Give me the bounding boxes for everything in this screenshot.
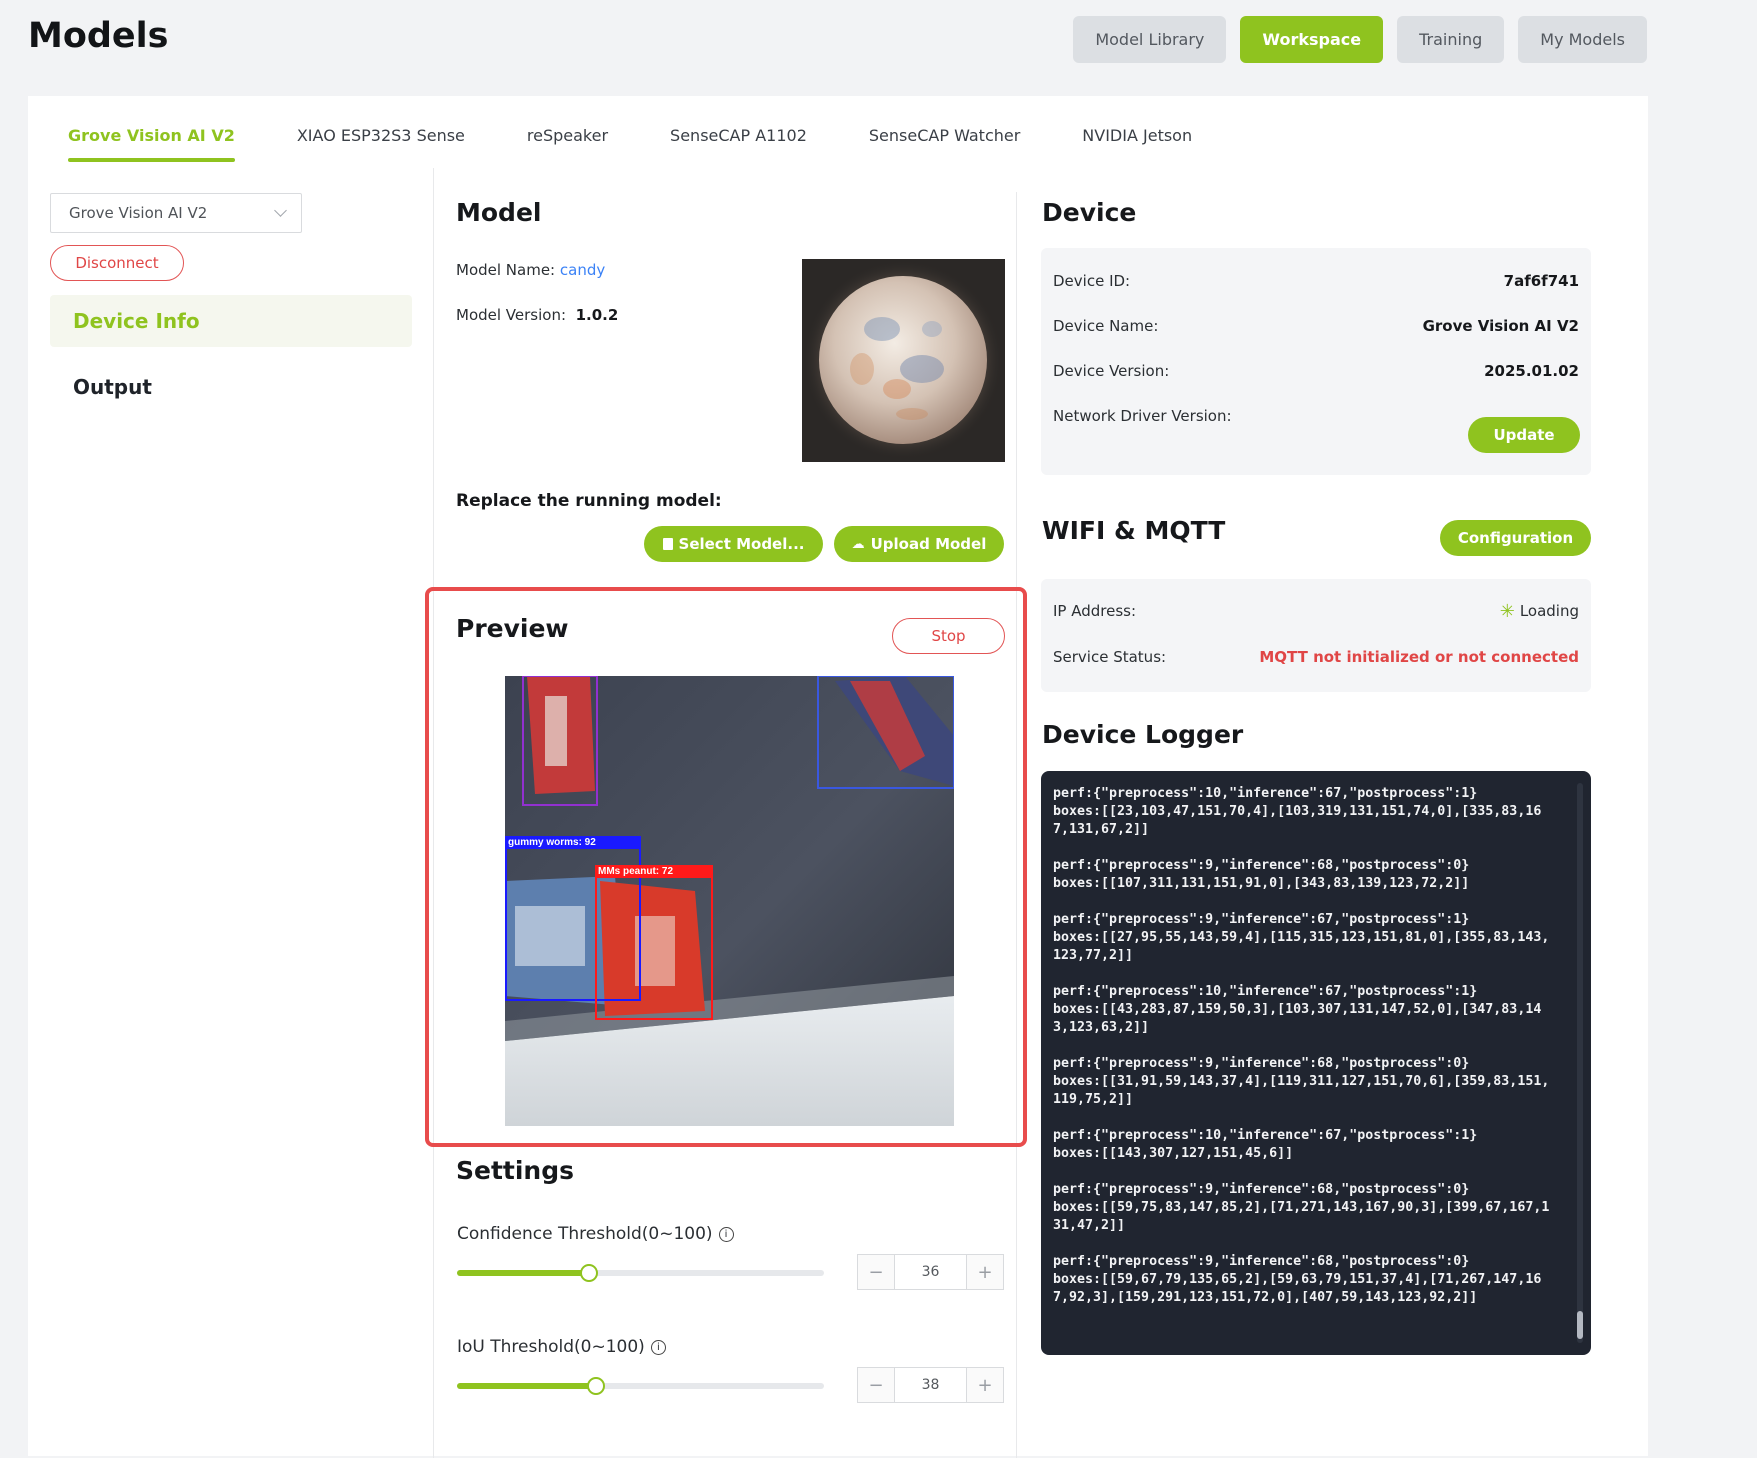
log-entry: perf:{"preprocess":10,"inference":67,"po… xyxy=(1053,984,1542,1035)
log-entry: perf:{"preprocess":10,"inference":67,"po… xyxy=(1053,786,1542,837)
model-thumbnail xyxy=(802,259,1005,462)
log-entry: perf:{"preprocess":9,"inference":68,"pos… xyxy=(1053,1254,1542,1305)
device-name-value: Grove Vision AI V2 xyxy=(1422,317,1579,335)
iou-decrement-button[interactable]: − xyxy=(858,1368,894,1402)
device-tab-sensecap-watcher[interactable]: SenseCAP Watcher xyxy=(838,110,1051,154)
sidebar-item-device-info[interactable]: Device Info xyxy=(50,295,412,347)
device-tabs: Grove Vision AI V2 XIAO ESP32S3 Sense re… xyxy=(40,110,1223,162)
iou-slider-fill xyxy=(457,1383,597,1389)
upload-model-button[interactable]: ☁ Upload Model xyxy=(834,526,1004,562)
disconnect-button[interactable]: Disconnect xyxy=(50,245,184,281)
device-tab-nvidia-jetson[interactable]: NVIDIA Jetson xyxy=(1051,110,1223,154)
logger-scrollbar[interactable] xyxy=(1577,783,1583,1343)
confidence-stepper: − 36 + xyxy=(857,1254,1004,1290)
device-select[interactable]: Grove Vision AI V2 xyxy=(50,193,302,233)
info-icon: i xyxy=(718,1226,734,1242)
camera-preview: gummy worms: 92 MMs peanut: 72 xyxy=(505,676,954,1126)
confidence-increment-button[interactable]: + xyxy=(967,1255,1003,1289)
confidence-label: Confidence Threshold(0~100) xyxy=(457,1224,713,1244)
device-version-value: 2025.01.02 xyxy=(1484,362,1579,380)
select-model-label: Select Model... xyxy=(678,535,805,553)
device-id-value: 7af6f741 xyxy=(1503,272,1579,290)
loading-spinner-icon: ✳ xyxy=(1499,600,1515,622)
iou-value-input[interactable]: 38 xyxy=(894,1368,967,1402)
confidence-slider-fill xyxy=(457,1270,590,1276)
ip-address-row: IP Address: ✳ Loading xyxy=(1053,602,1579,620)
service-status-row: Service Status: MQTT not initialized or … xyxy=(1053,648,1579,666)
device-tab-respeaker[interactable]: reSpeaker xyxy=(496,110,639,154)
stop-button[interactable]: Stop xyxy=(892,618,1005,654)
confidence-value-input[interactable]: 36 xyxy=(894,1255,967,1289)
device-tab-grove-vision[interactable]: Grove Vision AI V2 xyxy=(40,110,266,162)
device-version-label: Device Version: xyxy=(1053,362,1170,380)
wifi-panel: IP Address: ✳ Loading Service Status: MQ… xyxy=(1041,579,1591,692)
device-logger-heading: Device Logger xyxy=(1042,720,1244,749)
log-entry: perf:{"preprocess":9,"inference":68,"pos… xyxy=(1053,858,1470,891)
device-id-label: Device ID: xyxy=(1053,272,1131,290)
device-name-row: Device Name: Grove Vision AI V2 xyxy=(1053,317,1579,335)
model-version-label: Model Version: xyxy=(456,306,567,324)
sidebar: Grove Vision AI V2 Disconnect Device Inf… xyxy=(50,193,412,413)
device-name-label: Device Name: xyxy=(1053,317,1159,335)
update-button[interactable]: Update xyxy=(1468,417,1580,453)
model-heading: Model xyxy=(456,198,542,227)
log-entry: perf:{"preprocess":9,"inference":67,"pos… xyxy=(1053,912,1550,963)
iou-increment-button[interactable]: + xyxy=(967,1368,1003,1402)
select-model-button[interactable]: Select Model... xyxy=(644,526,823,562)
upload-model-label: Upload Model xyxy=(870,535,987,553)
log-entry: perf:{"preprocess":10,"inference":67,"po… xyxy=(1053,1128,1478,1161)
model-name-label: Model Name: xyxy=(456,261,556,279)
replace-model-label: Replace the running model: xyxy=(456,491,722,511)
preview-heading: Preview xyxy=(456,614,569,643)
model-name-link[interactable]: candy xyxy=(560,261,605,279)
device-version-row: Device Version: 2025.01.02 xyxy=(1053,362,1579,380)
confidence-decrement-button[interactable]: − xyxy=(858,1255,894,1289)
confidence-label-row: Confidence Threshold(0~100) i xyxy=(457,1224,734,1244)
log-entry: perf:{"preprocess":9,"inference":68,"pos… xyxy=(1053,1182,1550,1233)
tab-model-library[interactable]: Model Library xyxy=(1073,16,1227,63)
ip-address-label: IP Address: xyxy=(1053,602,1137,620)
ip-address-status: Loading xyxy=(1519,602,1579,620)
service-status-label: Service Status: xyxy=(1053,648,1167,666)
device-tab-xiao[interactable]: XIAO ESP32S3 Sense xyxy=(266,110,496,154)
logger-scrollbar-thumb[interactable] xyxy=(1577,1311,1583,1339)
settings-heading: Settings xyxy=(456,1156,575,1185)
driver-version-label: Network Driver Version: xyxy=(1053,407,1232,425)
device-logger[interactable]: perf:{"preprocess":10,"inference":67,"po… xyxy=(1041,771,1591,1355)
sidebar-item-output[interactable]: Output xyxy=(50,361,412,413)
device-info-panel: Device ID: 7af6f741 Device Name: Grove V… xyxy=(1041,248,1591,475)
tab-training[interactable]: Training xyxy=(1397,16,1505,63)
file-icon xyxy=(662,538,673,550)
device-tab-sensecap-a1102[interactable]: SenseCAP A1102 xyxy=(639,110,838,154)
detection-label-gummy-worms: gummy worms: 92 xyxy=(506,837,640,849)
tab-workspace[interactable]: Workspace xyxy=(1240,16,1384,63)
ip-address-value: ✳ Loading xyxy=(1500,602,1579,620)
iou-label-row: IoU Threshold(0~100) i xyxy=(457,1337,666,1357)
cloud-upload-icon: ☁ xyxy=(851,536,865,552)
model-name-row: Model Name: candy xyxy=(456,261,605,279)
detection-label-mms-peanut: MMs peanut: 72 xyxy=(596,866,712,878)
top-nav: Model Library Workspace Training My Mode… xyxy=(1073,16,1647,63)
confidence-slider[interactable] xyxy=(457,1264,824,1282)
configuration-button[interactable]: Configuration xyxy=(1440,520,1591,556)
info-icon: i xyxy=(650,1339,666,1355)
page-title: Models xyxy=(28,16,169,56)
device-heading: Device xyxy=(1042,198,1137,227)
wifi-heading: WIFI & MQTT xyxy=(1042,516,1226,545)
chevron-down-icon xyxy=(274,204,287,217)
confidence-slider-handle[interactable] xyxy=(580,1264,599,1282)
model-version-row: Model Version: 1.0.2 xyxy=(456,306,618,324)
service-status-value: MQTT not initialized or not connected xyxy=(1259,648,1579,666)
device-select-value: Grove Vision AI V2 xyxy=(69,204,208,222)
tab-my-models[interactable]: My Models xyxy=(1518,16,1647,63)
model-version-value: 1.0.2 xyxy=(575,306,619,324)
device-id-row: Device ID: 7af6f741 xyxy=(1053,272,1579,290)
iou-stepper: − 38 + xyxy=(857,1367,1004,1403)
iou-label: IoU Threshold(0~100) xyxy=(457,1337,645,1357)
iou-slider[interactable] xyxy=(457,1377,824,1395)
log-entry: perf:{"preprocess":9,"inference":68,"pos… xyxy=(1053,1056,1550,1107)
